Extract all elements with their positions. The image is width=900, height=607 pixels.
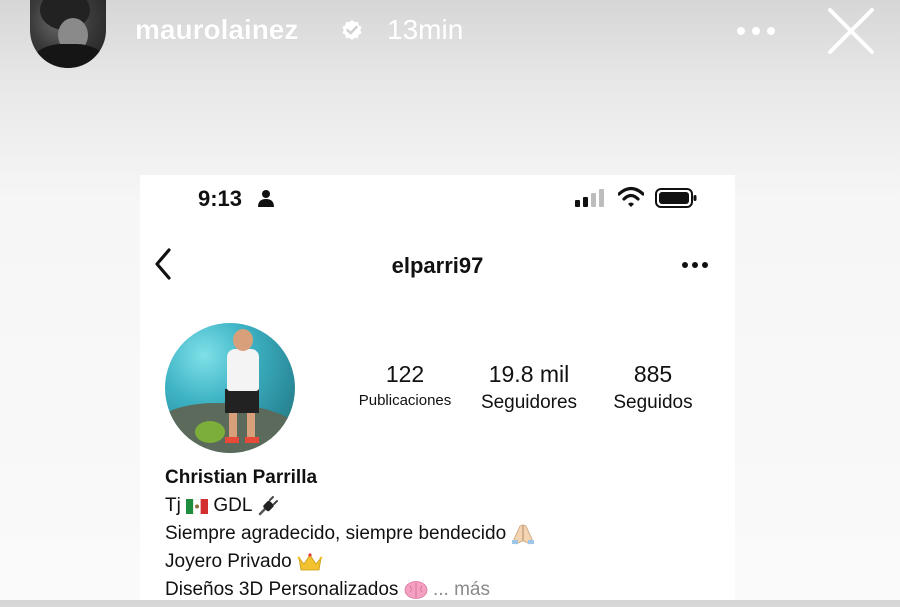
- person-icon: [258, 190, 274, 207]
- battery-icon: [655, 188, 697, 208]
- stat-following-count: 885: [633, 361, 673, 387]
- stat-posts-count: 122: [385, 361, 425, 387]
- stat-posts-label: Publicaciones: [358, 392, 452, 409]
- profile-options-icon[interactable]: [681, 261, 709, 269]
- more-options-icon[interactable]: [736, 26, 776, 36]
- profile-full-name: Christian Parrilla: [165, 467, 318, 488]
- plug-icon: [258, 496, 279, 516]
- stat-posts[interactable]: 122 Publicaciones: [345, 361, 465, 409]
- close-icon[interactable]: [826, 6, 876, 56]
- signal-icon: [575, 189, 604, 207]
- bio-line-gratitude: Siempre agradecido, siempre bendecido: [165, 523, 725, 547]
- stat-followers-label: Seguidores: [480, 392, 578, 413]
- story-header: maurolainez 13min: [0, 0, 900, 70]
- profile-bio: Christian Parrilla Tj GDL Siempre agrade…: [165, 467, 725, 607]
- wifi-icon: [618, 186, 644, 207]
- bio-designs-text: Diseños 3D Personalizados: [165, 579, 399, 600]
- bio-line-location: Tj GDL: [165, 495, 725, 519]
- bio-jeweler-text: Joyero Privado: [165, 551, 292, 572]
- praying-hands-icon: [512, 524, 535, 545]
- mexico-flag-icon: [186, 498, 209, 514]
- brain-icon: [404, 581, 428, 599]
- bio-gratitude-text: Siempre agradecido, siempre bendecido: [165, 523, 507, 545]
- profile-username: elparri97: [391, 253, 484, 278]
- bio-more-link[interactable]: ... más: [433, 579, 490, 600]
- story-time: 13min: [387, 14, 464, 45]
- crown-icon: [297, 553, 323, 571]
- bio-line-jeweler: Joyero Privado: [165, 551, 725, 575]
- phone-status-bar: 9:13: [140, 175, 735, 220]
- story-username[interactable]: maurolainez: [135, 14, 298, 46]
- stat-followers-count: 19.8 mil: [488, 361, 570, 387]
- status-time: 9:13: [198, 186, 243, 211]
- profile-screenshot: 9:13 elparri97 122 Publicaciones 19.8 mi…: [140, 175, 735, 600]
- stat-following[interactable]: 885 Seguidos: [598, 361, 708, 414]
- stat-followers[interactable]: 19.8 mil Seguidores: [470, 361, 588, 414]
- verified-badge-icon: [342, 20, 362, 40]
- story-avatar[interactable]: [30, 0, 106, 68]
- profile-nav-header: elparri97: [140, 235, 735, 295]
- bio-location-prefix: Tj: [165, 495, 181, 517]
- profile-picture[interactable]: [165, 323, 295, 453]
- stat-following-label: Seguidos: [613, 392, 693, 413]
- bio-location-city: GDL: [213, 495, 252, 517]
- bio-line-designs: Diseños 3D Personalizados ... más: [165, 579, 725, 603]
